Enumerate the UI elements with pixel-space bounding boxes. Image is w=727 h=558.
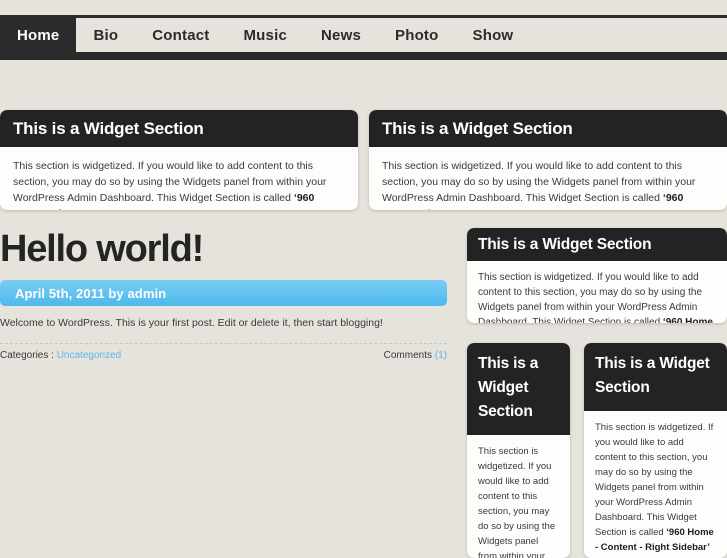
widget-body-text: This section is widgetized. If you would… bbox=[478, 446, 556, 558]
widget-title: This is a Widget Section bbox=[584, 343, 727, 411]
widget-content-top-sidebar: This is a Widget Section This section is… bbox=[467, 228, 727, 323]
nav-item-contact[interactable]: Contact bbox=[135, 18, 226, 52]
nav-bottom-border bbox=[0, 52, 727, 60]
nav-item-label: Music bbox=[243, 26, 287, 44]
nav-item-label: Home bbox=[17, 26, 60, 44]
post-comments: Comments (1) bbox=[384, 350, 447, 361]
widget-body: This section is widgetized. If you would… bbox=[467, 435, 570, 558]
nav-item-music[interactable]: Music bbox=[226, 18, 304, 52]
post-excerpt: Welcome to WordPress. This is your first… bbox=[0, 317, 383, 329]
post-meta-text: April 5th, 2011 by admin bbox=[15, 285, 167, 301]
nav-item-home[interactable]: Home bbox=[0, 18, 77, 52]
widget-body-text: This section is widgetized. If you would… bbox=[478, 272, 703, 323]
widget-body: This section is widgetized. If you would… bbox=[467, 261, 727, 323]
widget-body: This section is widgetized. If you would… bbox=[584, 411, 727, 555]
widget-body: This section is widgetized. If you would… bbox=[0, 147, 358, 210]
widget-above-content-1: This is a Widget Section This section is… bbox=[0, 110, 358, 210]
widget-title: This is a Widget Section bbox=[467, 343, 570, 435]
widget-title: This is a Widget Section bbox=[0, 110, 358, 147]
nav-item-photo[interactable]: Photo bbox=[378, 18, 456, 52]
widget-body: This section is widgetized. If you would… bbox=[369, 147, 727, 210]
widget-content-left-sidebar: This is a Widget Section This section is… bbox=[467, 343, 570, 558]
nav-item-label: Photo bbox=[395, 26, 439, 44]
widget-body-text: This section is widgetized. If you would… bbox=[595, 422, 714, 538]
nav-item-news[interactable]: News bbox=[304, 18, 378, 52]
post-footer: Categories : Uncategorized Comments (1) bbox=[0, 350, 447, 361]
widget-content-right-sidebar: This is a Widget Section This section is… bbox=[584, 343, 727, 558]
nav-item-label: Show bbox=[472, 26, 514, 44]
nav-item-bio[interactable]: Bio bbox=[76, 18, 135, 52]
post-categories: Categories : Uncategorized bbox=[0, 350, 121, 361]
widget-body-text: This section is widgetized. If you would… bbox=[382, 160, 696, 204]
comments-label: Comments bbox=[383, 350, 435, 361]
categories-label: Categories : bbox=[0, 350, 57, 361]
widget-title: This is a Widget Section bbox=[467, 228, 727, 261]
category-link-uncategorized[interactable]: Uncategorized bbox=[57, 350, 121, 361]
nav-item-label: Bio bbox=[93, 26, 119, 44]
post-divider bbox=[0, 343, 447, 344]
page-title: Hello world! bbox=[0, 228, 204, 270]
widget-above-content-2: This is a Widget Section This section is… bbox=[369, 110, 727, 210]
main-navigation: Home Bio Contact Music News Photo Show bbox=[0, 18, 530, 52]
nav-item-label: Contact bbox=[152, 26, 210, 44]
widget-body-text: This section is widgetized. If you would… bbox=[13, 160, 327, 204]
post-meta-bar: April 5th, 2011 by admin bbox=[0, 280, 447, 306]
nav-item-show[interactable]: Show bbox=[456, 18, 531, 52]
comments-count-link[interactable]: (1) bbox=[435, 350, 447, 361]
nav-item-label: News bbox=[321, 26, 361, 44]
widget-title: This is a Widget Section bbox=[369, 110, 727, 147]
